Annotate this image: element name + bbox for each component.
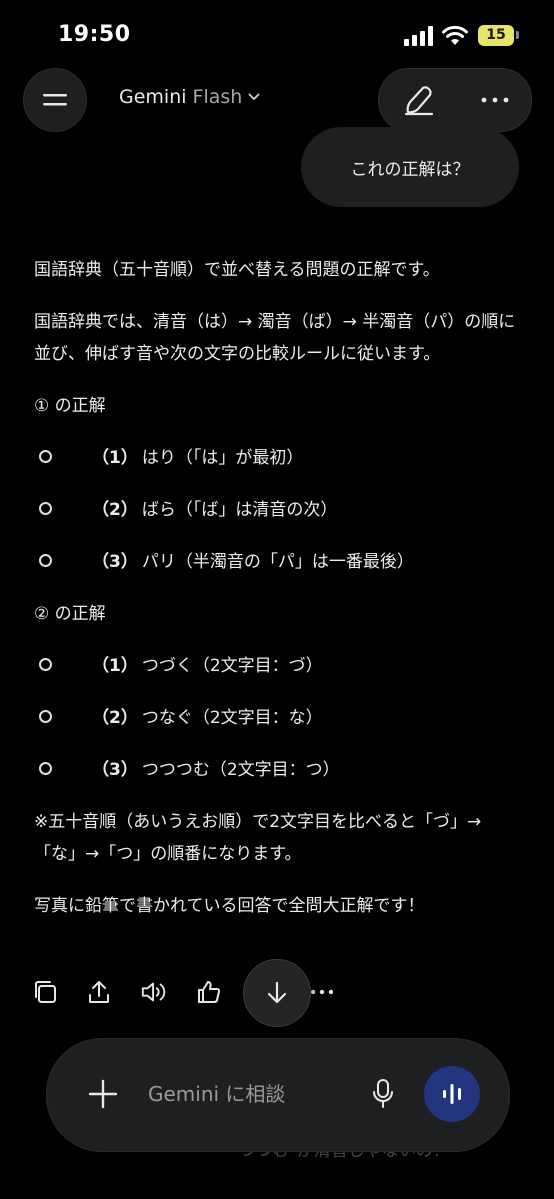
item-text: ばら（「ば」は清音の次）: [141, 500, 338, 520]
item-text: つなぐ（2文字目：な）: [141, 708, 323, 728]
model-name: Gemini: [119, 86, 187, 108]
response-closing: 写真に鉛筆で書かれている回答で全問大正解です！: [34, 896, 425, 916]
item-number: （3）: [92, 552, 138, 572]
copy-icon: [35, 981, 56, 1003]
menu-button[interactable]: [23, 68, 87, 132]
list-item: （1） はり（「は」が最初）: [34, 442, 522, 474]
user-message-bubble: これの正解は？: [301, 127, 519, 207]
share-icon: [89, 981, 109, 1003]
item-number: （1）: [92, 656, 138, 676]
list-item: （2） ばら（「ば」は清音の次）: [34, 494, 522, 526]
item-number: （3）: [92, 760, 138, 780]
section-1-title: ① の正解: [34, 396, 106, 416]
item-text: はり（「は」が最初）: [141, 448, 304, 468]
wifi-icon: [442, 25, 468, 45]
list-item: （1） つづく（2文字目：づ）: [34, 650, 522, 682]
chevron-down-icon: [248, 93, 260, 101]
list-item: （3） つつつむ（2文字目：つ）: [34, 754, 522, 786]
item-text: つつつむ（2文字目：つ）: [141, 760, 340, 780]
battery-indicator: 15: [478, 25, 514, 46]
response-rule: 国語辞典では、清音（は）→ 濁音（ば）→ 半濁音（パ）の順に並び、伸ばす音や次の…: [34, 312, 516, 364]
more-icon[interactable]: [480, 96, 510, 104]
menu-icon: [43, 94, 67, 106]
more-icon: [310, 989, 334, 995]
live-voice-button[interactable]: [424, 1066, 480, 1122]
battery-level: 15: [486, 27, 506, 43]
bullet-icon: [34, 650, 92, 682]
bullet-icon: [34, 442, 92, 474]
add-attachment-button[interactable]: [86, 1074, 120, 1114]
item-text: つづく（2文字目：づ）: [141, 656, 323, 676]
edit-icon[interactable]: [401, 82, 437, 118]
bullet-icon: [34, 546, 92, 578]
item-number: （1）: [92, 448, 138, 468]
item-number: （2）: [92, 708, 138, 728]
copy-button[interactable]: [32, 978, 58, 1006]
model-variant: Flash: [192, 86, 243, 108]
bullet-icon: [34, 754, 92, 786]
read-aloud-button[interactable]: [140, 978, 168, 1006]
model-picker[interactable]: Gemini Flash: [119, 86, 260, 108]
signal-icon: [404, 26, 433, 46]
speaker-icon: [141, 982, 166, 1002]
response-intro: 国語辞典（五十音順）で並べ替える問題の正解です。: [34, 260, 440, 280]
share-button[interactable]: [86, 978, 112, 1006]
plus-icon: [88, 1079, 118, 1109]
thumbs-up-button[interactable]: [196, 978, 222, 1006]
thumbs-up-icon: [198, 981, 221, 1003]
status-time: 19:50: [58, 22, 131, 47]
live-icon: [443, 1084, 461, 1104]
battery-nub: [516, 31, 519, 39]
mic-icon: [373, 1079, 393, 1108]
prompt-input[interactable]: Gemini に相談: [148, 1078, 285, 1107]
item-text: パリ（半濁音の「パ」は一番最後）: [141, 552, 414, 572]
list-item: （2） つなぐ（2文字目：な）: [34, 702, 522, 734]
bullet-icon: [34, 702, 92, 734]
response-note: ※五十音順（あいうえお順）で2文字目を比べると「づ」→「な」→「つ」の順番になり…: [34, 812, 482, 864]
more-button[interactable]: [310, 978, 334, 1006]
header-actions: [378, 68, 532, 132]
item-number: （2）: [92, 500, 138, 520]
list-item: （3） パリ（半濁音の「パ」は一番最後）: [34, 546, 522, 578]
mic-button[interactable]: [368, 1074, 398, 1114]
arrow-down-icon: [267, 981, 287, 1004]
section-2-title: ② の正解: [34, 604, 106, 624]
assistant-response: 国語辞典（五十音順）で並べ替える問題の正解です。 国語辞典では、清音（は）→ 濁…: [34, 254, 522, 942]
scroll-to-bottom-button[interactable]: [243, 959, 311, 1027]
user-message-text: これの正解は？: [350, 159, 470, 180]
bullet-icon: [34, 494, 92, 526]
